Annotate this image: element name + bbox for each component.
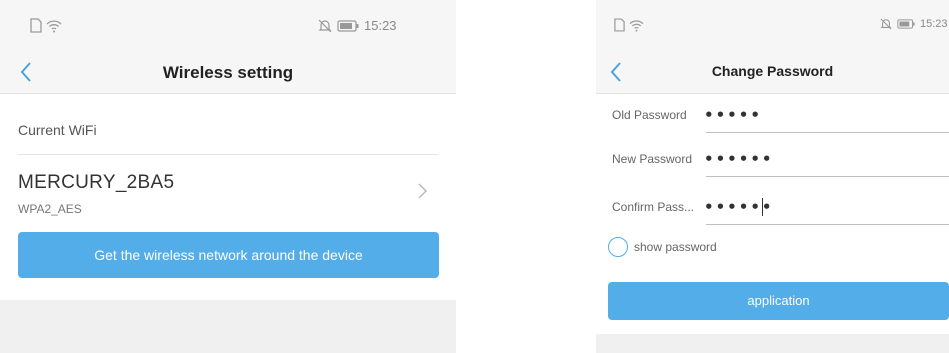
- status-time: 15:23: [364, 18, 397, 33]
- text-caret: [762, 198, 763, 216]
- wifi-icon: [46, 19, 62, 32]
- confirm-password-row: Confirm Pass...: [596, 190, 949, 226]
- title-bar: Wireless setting: [0, 50, 456, 94]
- status-left-icons: [614, 18, 644, 32]
- wifi-name: MERCURY_2BA5: [18, 172, 175, 193]
- bell-off-icon: [880, 18, 892, 30]
- application-button[interactable]: application: [608, 282, 949, 320]
- divider: [18, 154, 438, 155]
- bell-off-icon: [318, 19, 332, 32]
- status-right-icons: 15:23: [880, 18, 948, 30]
- status-bar: 15:23: [596, 0, 949, 50]
- battery-icon: [337, 19, 359, 32]
- current-wifi-label: Current WiFi: [18, 122, 97, 138]
- wifi-icon: [629, 19, 644, 32]
- field-underline: [706, 132, 949, 133]
- battery-icon: [897, 19, 915, 29]
- new-password-label: New Password: [612, 152, 693, 166]
- change-password-screen: 15:23 Change Password Old Password New P…: [596, 0, 949, 353]
- bottom-area: [596, 334, 949, 353]
- chevron-right-icon: [418, 183, 428, 199]
- show-password-radio[interactable]: [608, 237, 628, 257]
- wifi-security: WPA2_AES: [18, 202, 82, 216]
- page-title: Change Password: [711, 63, 834, 79]
- new-password-row: New Password: [596, 142, 949, 178]
- field-underline: [706, 224, 949, 225]
- scan-networks-button[interactable]: Get the wireless network around the devi…: [18, 232, 439, 278]
- field-underline: [706, 176, 949, 177]
- title-bar: Change Password: [596, 50, 949, 94]
- sim-card-icon: [614, 18, 625, 32]
- show-password-toggle[interactable]: show password: [608, 237, 717, 257]
- status-left-icons: [30, 18, 62, 33]
- old-password-input[interactable]: [704, 100, 949, 130]
- show-password-label: show password: [634, 240, 717, 254]
- bottom-area: [0, 300, 456, 353]
- current-wifi-row[interactable]: MERCURY_2BA5 WPA2_AES: [0, 158, 456, 224]
- old-password-row: Old Password: [596, 98, 949, 134]
- status-time: 15:23: [920, 18, 948, 30]
- wireless-setting-screen: 15:23 Wireless setting Current WiFi MERC…: [0, 0, 456, 353]
- page-title: Wireless setting: [162, 63, 294, 82]
- sim-card-icon: [30, 18, 42, 33]
- confirm-password-input[interactable]: [704, 192, 949, 222]
- confirm-password-label: Confirm Pass...: [612, 200, 695, 214]
- status-bar: 15:23: [0, 0, 456, 50]
- new-password-input[interactable]: [704, 144, 949, 174]
- status-right-icons: 15:23: [318, 18, 397, 33]
- old-password-label: Old Password: [612, 108, 687, 122]
